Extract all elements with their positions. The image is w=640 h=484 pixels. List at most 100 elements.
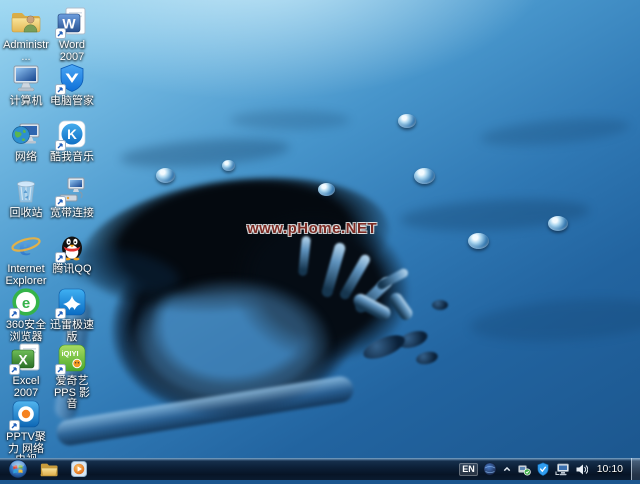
wallpaper-splash-spike [338, 253, 372, 301]
hidden-icons-arrow-icon[interactable] [502, 464, 512, 474]
desktop-icon-label: 360安全浏览器 [3, 320, 49, 343]
wallpaper-splash-spike [320, 242, 346, 299]
shortcut-arrow-icon [55, 140, 66, 151]
shortcut-arrow-icon [9, 364, 20, 375]
shortcut-arrow-icon [9, 308, 20, 319]
pc-manager-shield-icon [56, 62, 88, 94]
explorer-folder-icon [40, 462, 58, 477]
network-icon[interactable] [555, 463, 570, 476]
desktop-icon-label: 酷我音乐 [50, 152, 94, 164]
pptv-icon [10, 398, 42, 430]
desktop-icon-pc-manager[interactable]: 电脑管家 [49, 62, 95, 118]
desktop-icon-recycle-bin[interactable]: 回收站 [3, 174, 49, 230]
recycle-bin-icon [10, 174, 42, 206]
network-globe-icon [10, 118, 42, 150]
desktop-icon-iqiyi-pps[interactable]: iQIYI 爱奇艺PPS 影音 [49, 342, 95, 398]
360-browser-icon: e [10, 286, 42, 318]
wallpaper-wave-shadow [230, 110, 350, 130]
shortcut-arrow-icon [9, 420, 20, 431]
desktop-icon-label: 爱奇艺PPS 影音 [49, 376, 95, 411]
wallpaper-wave-shadow [469, 293, 640, 347]
desktop-icon-computer[interactable]: 计算机 [3, 62, 49, 118]
desktop-icon-label: Administr... [3, 40, 49, 63]
iqiyi-pps-icon: iQIYI [56, 342, 88, 374]
desktop-icon-qq[interactable]: 腾讯QQ [49, 230, 95, 286]
wallpaper-splash-spike [298, 236, 311, 277]
taskbar-clock[interactable]: 10:10 [597, 463, 623, 475]
media-player-taskbar-button[interactable] [70, 460, 88, 478]
desktop-icon-360-browser[interactable]: e 360安全浏览器 [3, 286, 49, 342]
desktop-icon-label: Word 2007 [49, 40, 95, 63]
qq-penguin-icon [56, 230, 88, 262]
desktop-icon-label: 电脑管家 [50, 96, 94, 108]
desktop-icon-label: 计算机 [10, 96, 43, 108]
word-icon: W [56, 6, 88, 38]
desktop-icon-network[interactable]: 网络 [3, 118, 49, 174]
shortcut-arrow-icon [55, 364, 66, 375]
shortcut-arrow-icon [55, 84, 66, 95]
taskbar: EN [0, 458, 640, 480]
start-button[interactable] [8, 459, 28, 479]
desktop-icon-broadband[interactable]: 宽带连接 [49, 174, 95, 230]
volume-icon[interactable] [575, 463, 588, 476]
computer-icon [10, 62, 42, 94]
desktop-icon-excel-2007[interactable]: X Excel 2007 [3, 342, 49, 398]
wallpaper-splash-blob [360, 330, 408, 363]
globe-tray-icon[interactable] [483, 462, 497, 476]
shortcut-arrow-icon [55, 28, 66, 39]
desktop-icon-label: Excel 2007 [3, 376, 49, 399]
wallpaper-splash-top-mass [73, 162, 397, 329]
wallpaper-splash-blob [415, 350, 439, 366]
wallpaper-water-droplet [318, 183, 335, 196]
desktop-icon-pptv[interactable]: PPTV聚力 网络电视 [3, 398, 49, 454]
wallpaper-splash-spike [387, 290, 415, 322]
watermark: www.pHome.NET [247, 220, 377, 237]
wallpaper-splash-blob [432, 300, 448, 310]
desktop-icon-thunder[interactable]: 迅雷极速版 [49, 286, 95, 342]
desktop-icon-label: 网络 [15, 152, 37, 164]
shortcut-arrow-icon [55, 196, 66, 207]
language-indicator[interactable]: EN [459, 463, 478, 476]
thunder-icon [56, 286, 88, 318]
wallpaper-water-droplet [548, 216, 568, 231]
media-player-icon [71, 461, 87, 477]
wallpaper-splash-right-mass [214, 189, 427, 380]
security-shield-icon[interactable] [536, 462, 550, 476]
wallpaper-splash-spike [351, 291, 393, 322]
system-tray: EN [459, 458, 640, 480]
wallpaper-splash-ring [37, 157, 436, 458]
wallpaper-wave-shadow [399, 195, 590, 235]
kuwo-music-icon: K [56, 118, 88, 150]
device-safety-icon[interactable] [517, 462, 531, 476]
svg-text:K: K [67, 127, 77, 142]
explorer-taskbar-button[interactable] [40, 460, 58, 478]
excel-icon: X [10, 342, 42, 374]
desktop-icon-label: 迅雷极速版 [49, 320, 95, 343]
user-folder-icon [10, 6, 42, 38]
windows-orb-icon [8, 459, 28, 479]
shortcut-arrow-icon [55, 308, 66, 319]
wallpaper-water-droplet [156, 168, 175, 183]
desktop-icon-label: 回收站 [10, 208, 43, 220]
desktop-icon-label: Internet Explorer [3, 264, 49, 287]
desktop-icon-label: PPTV聚力 网络电视 [3, 432, 49, 458]
desktop-icon-word-2007[interactable]: W Word 2007 [49, 6, 95, 62]
desktop-icon-administrator[interactable]: Administr... [3, 6, 49, 62]
wallpaper-splash-spike [353, 275, 394, 315]
shortcut-arrow-icon [55, 252, 66, 263]
wallpaper-wave-shadow [479, 114, 631, 151]
taskbar-pinned-apps [40, 460, 88, 478]
desktop-icon-internet-explorer[interactable]: e Internet Explorer [3, 230, 49, 286]
wallpaper-splash-bottom-rim [55, 375, 355, 448]
svg-text:e: e [19, 231, 31, 262]
wallpaper-splash-blob [396, 328, 429, 352]
internet-explorer-icon: e [10, 230, 42, 262]
desktop: www.pHome.NET Administr... [0, 0, 640, 458]
wallpaper-wave-shadow [119, 134, 290, 172]
desktop-icon-kuwo-music[interactable]: K 酷我音乐 [49, 118, 95, 174]
svg-text:e: e [22, 295, 30, 312]
wallpaper-splash-spike [375, 267, 409, 291]
wallpaper-water-droplet [468, 233, 489, 249]
wallpaper-water-droplet [414, 168, 435, 184]
show-desktop-button[interactable] [631, 458, 640, 480]
